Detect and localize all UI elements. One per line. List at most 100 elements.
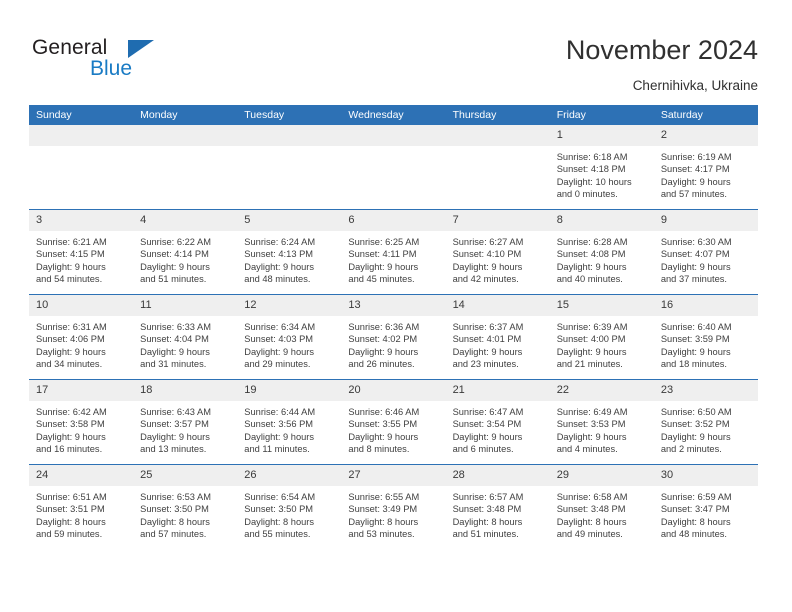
day-number bbox=[237, 125, 342, 146]
day-sunrise-text: Sunrise: 6:47 AM bbox=[452, 407, 524, 417]
day-sunset-text: Sunset: 4:06 PM bbox=[36, 334, 105, 345]
day-sun-info: Sunrise: 6:59 AM Sunset: 3:47 PM Daylight:… bbox=[654, 486, 758, 541]
calendar-day-cell[interactable]: 27 Sunrise: 6:55 AM Sunset: 3:49 PM Dayligh… bbox=[341, 464, 446, 549]
day-daylight-text: Daylight: 8 hours bbox=[452, 516, 523, 527]
weekday-header-wednesday: Wednesday bbox=[341, 105, 446, 125]
calendar-day-cell[interactable]: 8 Sunrise: 6:28 AM Sunset: 4:08 PM Daylight… bbox=[549, 209, 654, 295]
calendar-day-cell[interactable]: 19 Sunrise: 6:44 AM Sunset: 3:56 PM Dayligh… bbox=[237, 379, 342, 465]
day-sun-info: Sunrise: 6:22 AM Sunset: 4:14 PM Daylight:… bbox=[133, 231, 237, 286]
day-cell-inner: 15 Sunrise: 6:39 AM Sunset: 4:00 PM Dayligh… bbox=[549, 295, 654, 379]
calendar-day-cell[interactable]: 7 Sunrise: 6:27 AM Sunset: 4:10 PM Daylight… bbox=[445, 209, 550, 295]
day-sunset-text: Sunset: 3:54 PM bbox=[452, 419, 522, 430]
calendar-day-cell[interactable]: 28 Sunrise: 6:57 AM Sunset: 3:48 PM Dayligh… bbox=[445, 464, 550, 549]
day-sun-info: Sunrise: 6:18 AM Sunset: 4:18 PM Daylight:… bbox=[550, 146, 654, 201]
day-daylight-text: Daylight: 9 hours bbox=[348, 346, 419, 357]
calendar-day-cell[interactable]: 9 Sunrise: 6:30 AM Sunset: 4:07 PM Daylight… bbox=[653, 209, 758, 295]
calendar-week-row: 24 Sunrise: 6:51 AM Sunset: 3:51 PM Dayligh… bbox=[29, 464, 758, 549]
general-blue-logo[interactable]: General Blue bbox=[32, 36, 162, 84]
day-daylight-text: and 40 minutes. bbox=[556, 274, 623, 285]
calendar-day-cell[interactable]: 16 Sunrise: 6:40 AM Sunset: 3:59 PM Dayligh… bbox=[653, 294, 758, 380]
calendar-day-cell[interactable]: 14 Sunrise: 6:37 AM Sunset: 4:01 PM Dayligh… bbox=[445, 294, 550, 380]
calendar-day-cell[interactable]: 30 Sunrise: 6:59 AM Sunset: 3:47 PM Dayligh… bbox=[653, 464, 758, 549]
day-daylight-text: and 59 minutes. bbox=[36, 529, 103, 540]
day-number: 1 bbox=[549, 125, 654, 146]
logo-text-blue: Blue bbox=[90, 57, 133, 80]
calendar-day-cell[interactable]: 15 Sunrise: 6:39 AM Sunset: 4:00 PM Dayligh… bbox=[549, 294, 654, 380]
day-sunset-text: Sunset: 3:58 PM bbox=[36, 419, 105, 430]
day-sunrise-text: Sunrise: 6:39 AM bbox=[556, 322, 628, 332]
day-sunrise-text: Sunrise: 6:33 AM bbox=[140, 322, 211, 332]
calendar-day-cell[interactable]: 2 Sunrise: 6:19 AM Sunset: 4:17 PM Daylight… bbox=[653, 125, 758, 210]
day-sunrise-text: Sunrise: 6:46 AM bbox=[348, 407, 420, 417]
day-sunrise-text: Sunrise: 6:34 AM bbox=[244, 322, 316, 332]
day-daylight-text: and 0 minutes. bbox=[556, 189, 618, 200]
day-sun-info: Sunrise: 6:55 AM Sunset: 3:49 PM Daylight:… bbox=[341, 486, 445, 541]
day-daylight-text: and 4 minutes. bbox=[556, 444, 618, 455]
day-sunset-text: Sunset: 4:02 PM bbox=[348, 334, 418, 345]
day-sunset-text: Sunset: 4:10 PM bbox=[452, 249, 522, 260]
calendar-day-cell[interactable]: 23 Sunrise: 6:50 AM Sunset: 3:52 PM Dayligh… bbox=[653, 379, 758, 465]
day-sunset-text: Sunset: 3:50 PM bbox=[244, 504, 314, 515]
calendar-day-cell[interactable]: 24 Sunrise: 6:51 AM Sunset: 3:51 PM Dayligh… bbox=[29, 464, 134, 549]
calendar-day-cell[interactable]: 17 Sunrise: 6:42 AM Sunset: 3:58 PM Dayligh… bbox=[29, 379, 134, 465]
day-daylight-text: and 51 minutes. bbox=[452, 529, 519, 540]
calendar-day-cell[interactable]: 22 Sunrise: 6:49 AM Sunset: 3:53 PM Dayligh… bbox=[549, 379, 654, 465]
calendar-day-cell[interactable]: 12 Sunrise: 6:34 AM Sunset: 4:03 PM Dayligh… bbox=[237, 294, 342, 380]
day-daylight-text: Daylight: 9 hours bbox=[140, 431, 210, 442]
day-sunset-text: Sunset: 4:00 PM bbox=[556, 334, 626, 345]
day-daylight-text: and 16 minutes. bbox=[36, 444, 103, 455]
calendar-day-cell[interactable]: 4 Sunrise: 6:22 AM Sunset: 4:14 PM Daylight… bbox=[133, 209, 238, 295]
calendar-day-cell[interactable]: 10 Sunrise: 6:31 AM Sunset: 4:06 PM Dayligh… bbox=[29, 294, 134, 380]
day-sun-info bbox=[341, 146, 445, 151]
calendar-day-cell[interactable]: 13 Sunrise: 6:36 AM Sunset: 4:02 PM Dayligh… bbox=[341, 294, 446, 380]
day-sun-info: Sunrise: 6:49 AM Sunset: 3:53 PM Daylight:… bbox=[550, 401, 654, 456]
calendar-day-cell[interactable]: 3 Sunrise: 6:21 AM Sunset: 4:15 PM Daylight… bbox=[29, 209, 134, 295]
day-sunrise-text: Sunrise: 6:31 AM bbox=[36, 322, 107, 332]
day-sunrise-text: Sunrise: 6:36 AM bbox=[348, 322, 420, 332]
calendar-day-cell-empty bbox=[237, 125, 342, 210]
day-sunrise-text: Sunrise: 6:57 AM bbox=[452, 492, 524, 502]
day-daylight-text: Daylight: 9 hours bbox=[244, 346, 315, 357]
day-daylight-text: and 29 minutes. bbox=[244, 359, 311, 370]
day-daylight-text: and 8 minutes. bbox=[348, 444, 410, 455]
day-number: 11 bbox=[133, 295, 238, 316]
weekday-header-sunday: Sunday bbox=[29, 105, 134, 125]
triangle-icon bbox=[128, 40, 154, 58]
day-daylight-text: and 23 minutes. bbox=[452, 359, 519, 370]
day-sunset-text: Sunset: 4:13 PM bbox=[244, 249, 314, 260]
calendar-day-cell[interactable]: 18 Sunrise: 6:43 AM Sunset: 3:57 PM Dayligh… bbox=[133, 379, 238, 465]
day-daylight-text: and 54 minutes. bbox=[36, 274, 103, 285]
calendar-day-cell[interactable]: 21 Sunrise: 6:47 AM Sunset: 3:54 PM Dayligh… bbox=[445, 379, 550, 465]
calendar-day-cell[interactable]: 11 Sunrise: 6:33 AM Sunset: 4:04 PM Dayligh… bbox=[133, 294, 238, 380]
calendar-day-cell[interactable]: 5 Sunrise: 6:24 AM Sunset: 4:13 PM Daylight… bbox=[237, 209, 342, 295]
page-title: November 2024 bbox=[565, 35, 758, 65]
day-daylight-text: and 6 minutes. bbox=[452, 444, 514, 455]
day-daylight-text: and 57 minutes. bbox=[140, 529, 207, 540]
calendar-day-cell[interactable]: 29 Sunrise: 6:58 AM Sunset: 3:48 PM Dayligh… bbox=[549, 464, 654, 549]
calendar-day-cell[interactable]: 1 Sunrise: 6:18 AM Sunset: 4:18 PM Daylight… bbox=[549, 125, 654, 210]
day-cell-inner: 7 Sunrise: 6:27 AM Sunset: 4:10 PM Daylight… bbox=[445, 210, 550, 294]
day-number: 22 bbox=[549, 380, 654, 401]
day-cell-inner: 24 Sunrise: 6:51 AM Sunset: 3:51 PM Dayligh… bbox=[29, 465, 134, 549]
day-sun-info: Sunrise: 6:54 AM Sunset: 3:50 PM Daylight:… bbox=[237, 486, 341, 541]
day-daylight-text: and 21 minutes. bbox=[556, 359, 623, 370]
day-number: 8 bbox=[549, 210, 654, 231]
day-cell-inner: 16 Sunrise: 6:40 AM Sunset: 3:59 PM Dayligh… bbox=[653, 295, 758, 379]
day-sun-info: Sunrise: 6:57 AM Sunset: 3:48 PM Daylight:… bbox=[446, 486, 550, 541]
day-sunrise-text: Sunrise: 6:59 AM bbox=[660, 492, 732, 502]
day-cell-inner bbox=[29, 125, 134, 209]
day-daylight-text: Daylight: 9 hours bbox=[348, 431, 419, 442]
day-sunrise-text: Sunrise: 6:19 AM bbox=[660, 152, 732, 162]
day-number: 4 bbox=[133, 210, 238, 231]
day-sunrise-text: Sunrise: 6:40 AM bbox=[660, 322, 732, 332]
calendar-day-cell[interactable]: 6 Sunrise: 6:25 AM Sunset: 4:11 PM Daylight… bbox=[341, 209, 446, 295]
day-sunset-text: Sunset: 4:14 PM bbox=[140, 249, 209, 260]
day-daylight-text: and 26 minutes. bbox=[348, 359, 415, 370]
day-daylight-text: and 2 minutes. bbox=[660, 444, 722, 455]
day-sun-info: Sunrise: 6:30 AM Sunset: 4:07 PM Daylight:… bbox=[654, 231, 758, 286]
calendar-day-cell[interactable]: 20 Sunrise: 6:46 AM Sunset: 3:55 PM Dayligh… bbox=[341, 379, 446, 465]
calendar-day-cell[interactable]: 25 Sunrise: 6:53 AM Sunset: 3:50 PM Dayligh… bbox=[133, 464, 238, 549]
day-sun-info: Sunrise: 6:31 AM Sunset: 4:06 PM Daylight:… bbox=[29, 316, 133, 371]
calendar-day-cell[interactable]: 26 Sunrise: 6:54 AM Sunset: 3:50 PM Dayligh… bbox=[237, 464, 342, 549]
calendar-day-cell-empty bbox=[133, 125, 238, 210]
